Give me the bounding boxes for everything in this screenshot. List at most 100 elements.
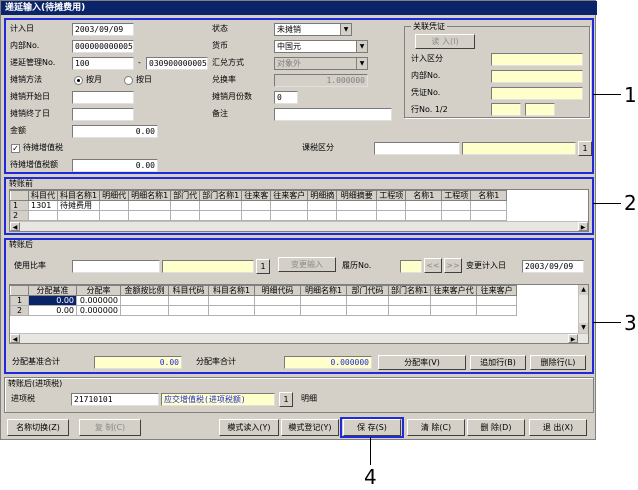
table-cell[interactable] xyxy=(300,295,347,306)
currency-select[interactable]: 中国元 ▼ xyxy=(274,40,368,53)
input-tax-code-field[interactable]: 21710101 xyxy=(71,393,159,406)
table-cell[interactable]: 0.000000 xyxy=(76,295,121,306)
by-day-radio[interactable] xyxy=(124,76,133,85)
table-cell[interactable] xyxy=(270,210,309,221)
column-header[interactable]: 分配率 xyxy=(76,285,121,296)
scroll-down-icon[interactable]: ▼ xyxy=(579,323,588,333)
table-cell[interactable] xyxy=(346,305,389,316)
table-cell[interactable] xyxy=(307,200,338,211)
entry-date-field[interactable]: 2003/09/09 xyxy=(72,23,134,36)
table-cell[interactable] xyxy=(56,210,101,221)
table-cell[interactable]: 1301 xyxy=(28,200,58,211)
column-header[interactable]: 明细摘 xyxy=(307,190,338,201)
mgmt-no-prefix-field[interactable]: 100 xyxy=(72,57,134,70)
related-voucher-import-button[interactable]: 读 入(I) xyxy=(415,34,475,49)
table-cell[interactable] xyxy=(300,305,347,316)
history-prev-button[interactable]: << xyxy=(424,258,442,273)
column-header[interactable]: 名称1 xyxy=(470,190,508,201)
tax-category-code-field[interactable] xyxy=(374,142,460,155)
pending-vat-checkbox[interactable]: ✓ xyxy=(11,144,20,153)
column-header[interactable]: 名称1 xyxy=(405,190,443,201)
table-cell[interactable] xyxy=(376,210,407,221)
scroll-left-icon[interactable]: ◀ xyxy=(10,222,20,231)
table-cell[interactable] xyxy=(99,200,130,211)
column-header[interactable]: 明细名称1 xyxy=(128,190,172,201)
scroll-left-icon[interactable]: ◀ xyxy=(10,334,20,343)
history-next-button[interactable]: >> xyxy=(444,258,462,273)
column-header[interactable]: 部门名称1 xyxy=(199,190,243,201)
delete-row-button[interactable]: 删除行(L) xyxy=(530,355,586,370)
change-input-button[interactable]: 变更输入 xyxy=(278,257,336,272)
horizontal-scrollbar[interactable]: ◀ ▶ xyxy=(10,333,588,343)
table-row[interactable]: 1 1301 待摊费用 xyxy=(10,200,508,211)
column-header[interactable]: 往来客户 xyxy=(270,190,309,201)
table-cell[interactable] xyxy=(120,295,169,306)
usage-ratio-lookup-button[interactable]: 1 xyxy=(256,259,270,274)
scroll-up-icon[interactable]: ▲ xyxy=(579,285,588,295)
table-cell[interactable] xyxy=(208,295,255,306)
clear-button[interactable]: 清 除(C) xyxy=(407,419,465,436)
table-cell[interactable]: 0.00 xyxy=(28,295,77,306)
column-header[interactable]: 明细代码 xyxy=(254,285,301,296)
table-cell[interactable] xyxy=(336,210,378,221)
scroll-right-icon[interactable]: ▶ xyxy=(578,222,588,231)
column-header[interactable]: 工程项 xyxy=(441,190,472,201)
table-cell[interactable] xyxy=(99,210,130,221)
column-header[interactable]: 工程项 xyxy=(376,190,407,201)
table-cell[interactable] xyxy=(128,210,172,221)
column-header[interactable]: 往来客户 xyxy=(476,285,518,296)
table-cell[interactable] xyxy=(241,200,272,211)
table-cell[interactable] xyxy=(28,210,58,221)
column-header[interactable]: 明细摘要 xyxy=(336,190,378,201)
change-date-field[interactable]: 2003/09/09 xyxy=(522,260,584,273)
table-cell[interactable] xyxy=(241,210,272,221)
template-register-button[interactable]: 模式登记(Y) xyxy=(281,419,339,436)
table-cell[interactable] xyxy=(387,295,432,306)
table-cell[interactable] xyxy=(336,200,378,211)
table-cell[interactable] xyxy=(470,200,508,211)
before-transfer-grid[interactable]: 科目代 科目名称1 明细代 明细名称1 部门代 部门名称1 往来客 往来客户 明细摘 明细摘要 工程… xyxy=(9,189,589,232)
table-row[interactable]: 2 0.00 0.000000 xyxy=(10,305,518,316)
table-cell[interactable] xyxy=(168,295,209,306)
exit-button[interactable]: 退 出(X) xyxy=(529,419,587,436)
column-header[interactable]: 分配基准 xyxy=(28,285,77,296)
column-header[interactable]: 部门代码 xyxy=(346,285,389,296)
amort-start-field[interactable] xyxy=(72,91,134,104)
table-cell[interactable] xyxy=(208,305,255,316)
after-transfer-grid[interactable]: 分配基准 分配率 金额按比例 科目代码 科目名称1 明细代码 明细名称1 部门代码 部门名称1 往… xyxy=(9,284,589,344)
table-cell[interactable] xyxy=(307,210,338,221)
column-header[interactable]: 往来客 xyxy=(241,190,272,201)
table-row[interactable]: 2 xyxy=(10,210,508,221)
table-cell[interactable] xyxy=(170,200,201,211)
table-cell[interactable] xyxy=(199,200,243,211)
scroll-right-icon[interactable]: ▶ xyxy=(568,334,578,343)
pending-vat-amount-field[interactable]: 0.00 xyxy=(72,159,158,172)
table-cell[interactable] xyxy=(405,210,443,221)
amort-end-field[interactable] xyxy=(72,108,134,121)
table-cell[interactable] xyxy=(387,305,432,316)
table-cell[interactable] xyxy=(254,295,301,306)
monthly-periods-field[interactable]: 0 xyxy=(274,91,298,104)
copy-button[interactable]: 复 制(C) xyxy=(79,419,141,436)
table-cell[interactable] xyxy=(441,200,472,211)
column-header[interactable]: 部门名称1 xyxy=(387,285,432,296)
allocation-rate-button[interactable]: 分配率(V) xyxy=(378,355,466,370)
table-cell[interactable] xyxy=(346,295,389,306)
table-cell[interactable] xyxy=(128,200,172,211)
column-header[interactable]: 部门代 xyxy=(170,190,201,201)
table-row[interactable]: 1 0.00 0.000000 xyxy=(10,295,518,306)
save-button[interactable]: 保 存(S) xyxy=(343,419,401,436)
usage-ratio-code-field[interactable] xyxy=(72,260,160,273)
horizontal-scrollbar[interactable]: ◀ ▶ xyxy=(10,221,588,231)
mgmt-no-suffix-field[interactable]: 030900000005 xyxy=(146,57,208,70)
table-cell[interactable]: 0.000000 xyxy=(76,305,121,316)
column-header[interactable] xyxy=(10,190,29,201)
column-header[interactable]: 往来客户代 xyxy=(430,285,478,296)
add-row-button[interactable]: 追加行(B) xyxy=(470,355,526,370)
delete-button[interactable]: 删 除(D) xyxy=(467,419,525,436)
table-cell[interactable] xyxy=(476,295,518,306)
table-cell[interactable] xyxy=(120,305,169,316)
table-cell[interactable] xyxy=(470,210,508,221)
table-cell[interactable] xyxy=(430,295,478,306)
table-cell[interactable] xyxy=(476,305,518,316)
